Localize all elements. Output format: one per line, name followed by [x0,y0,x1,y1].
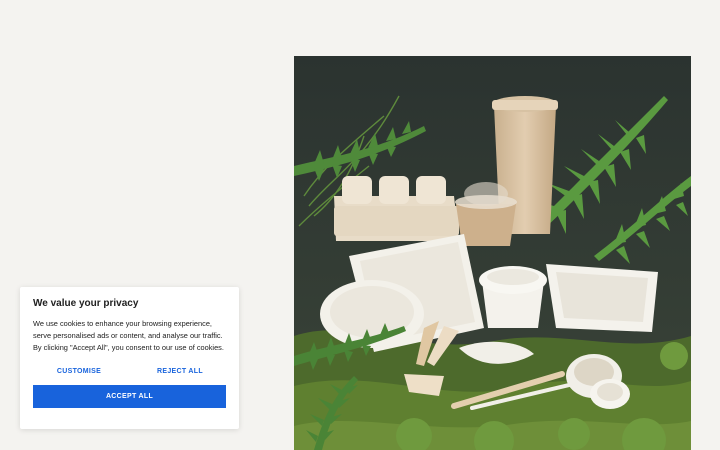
cookie-consent-banner: We value your privacy We use cookies to … [20,287,239,429]
egg-carton [334,176,459,241]
customise-button[interactable]: CUSTOMISE [33,364,125,379]
hero-product-photo [294,56,691,450]
rect-tray [546,264,658,332]
cookie-button-row: CUSTOMISE REJECT ALL [33,364,226,379]
cookie-banner-title: We value your privacy [33,298,139,309]
cookie-banner-text: We use cookies to enhance your browsing … [33,319,224,352]
product-photo-illustration [294,56,691,450]
white-bowl [479,266,547,328]
reject-all-button[interactable]: REJECT ALL [134,364,226,379]
accept-all-button[interactable]: ACCEPT ALL [33,385,226,408]
